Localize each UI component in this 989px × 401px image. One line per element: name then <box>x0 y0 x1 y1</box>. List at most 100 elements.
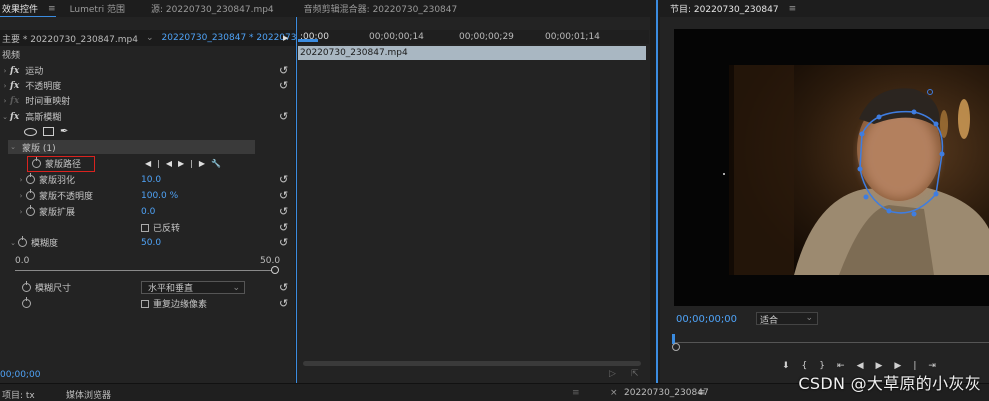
expand-chevron-icon[interactable]: › <box>16 176 26 184</box>
stopwatch-icon[interactable] <box>26 189 35 200</box>
wrench-icon[interactable]: 🔧 <box>211 159 227 168</box>
stopwatch-icon[interactable] <box>22 281 31 292</box>
current-time-display[interactable]: 00;00;00 <box>0 370 40 380</box>
chevron-down-icon: ⌄ <box>805 313 813 323</box>
playhead-marker[interactable] <box>298 39 318 42</box>
reset-icon[interactable]: ↺ <box>279 205 288 218</box>
tab-effect-controls[interactable]: 效果控件 <box>2 2 38 15</box>
fx-icon[interactable]: fx <box>10 81 19 91</box>
tab-sequence[interactable]: 20220730_230847 <box>624 388 709 398</box>
program-tab-bar: 节目: 20220730_230847 ≡ <box>670 0 806 17</box>
stopwatch-icon[interactable] <box>26 173 35 184</box>
chevron-down-icon[interactable]: ⌄ <box>146 33 154 43</box>
track-backward-icon[interactable]: ◀ <box>166 159 178 168</box>
mask-header-row[interactable]: ⌄ 蒙版 (1) <box>8 140 255 154</box>
filter-icon[interactable]: ▷ <box>609 369 616 379</box>
expand-chevron-icon[interactable]: › <box>0 67 10 75</box>
effect-row-time-remap[interactable]: › fx 时间重映射 <box>0 93 295 108</box>
mask-path-row: 蒙版路径 ◀|◀▶|▶🔧 <box>0 156 295 172</box>
fx-icon[interactable]: fx <box>10 112 19 122</box>
program-menu-icon[interactable]: ≡ <box>789 4 797 14</box>
reset-icon[interactable]: ↺ <box>279 173 288 186</box>
effect-label-opacity: 不透明度 <box>25 82 62 92</box>
expand-chevron-icon[interactable]: › <box>0 82 10 90</box>
slider-labels-row: 0.0 50.0 <box>0 255 295 267</box>
effect-label-time-remap: 时间重映射 <box>25 97 71 107</box>
mask-opacity-value[interactable]: 100.0 % <box>141 191 178 201</box>
program-monitor-panel: 00;00;00;00 适合 ⌄ ⬇{}⇤◀▶▶|⇥ <box>660 17 989 383</box>
blurriness-value[interactable]: 50.0 <box>141 238 161 248</box>
effect-timeline-area: :00;00 00;00;00;14 00;00;00;29 00;00;01;… <box>296 17 650 383</box>
repeat-edge-checkbox-wrap[interactable]: 重复边缘像素 <box>141 297 207 310</box>
blurriness-label: 模糊度 <box>31 239 59 249</box>
reset-icon[interactable]: ↺ <box>279 281 288 294</box>
tab-source[interactable]: 源: 20220730_230847.mp4 <box>151 2 274 15</box>
tab-project[interactable]: 项目: tx <box>2 388 35 401</box>
program-scrub-bar[interactable] <box>674 342 989 343</box>
clip-bar[interactable]: 20220730_230847.mp4 <box>298 46 646 60</box>
mask-expand-value[interactable]: 0.0 <box>141 207 155 217</box>
track-forward-icon[interactable]: ▶ <box>178 159 190 168</box>
collapse-chevron-icon[interactable]: ⌄ <box>0 113 10 121</box>
mask-feather-row: › 蒙版羽化 10.0 ↺ <box>0 172 295 187</box>
play-only-icon[interactable]: ▶ <box>283 34 288 42</box>
track-forward-frames-icon[interactable]: |▶ <box>190 159 211 168</box>
reset-icon[interactable]: ↺ <box>279 64 288 77</box>
blurriness-slider-track[interactable] <box>15 270 275 271</box>
reset-icon[interactable]: ↺ <box>279 110 288 123</box>
reset-icon[interactable]: ↺ <box>279 189 288 202</box>
master-clip-label[interactable]: 主要 * 20220730_230847.mp4 <box>2 32 138 45</box>
timeline-scrollbar[interactable] <box>303 361 641 366</box>
tab-program[interactable]: 节目: 20220730_230847 <box>670 2 779 15</box>
expand-chevron-icon[interactable]: › <box>0 97 10 105</box>
collapse-chevron-icon[interactable]: ⌄ <box>8 143 18 151</box>
inverted-checkbox-wrap[interactable]: 已反转 <box>141 221 180 234</box>
video-preview <box>723 65 989 275</box>
effect-row-opacity[interactable]: › fx 不透明度 ↺ <box>0 78 295 93</box>
stopwatch-icon[interactable] <box>26 205 35 216</box>
pen-mask-icon[interactable]: ✒ <box>60 126 68 137</box>
program-video-frame[interactable] <box>674 29 989 306</box>
reset-icon[interactable]: ↺ <box>279 79 288 92</box>
tab-audio-mixer[interactable]: 音频剪辑混合器: 20220730_230847 <box>304 2 458 15</box>
collapse-chevron-icon[interactable]: ⌄ <box>8 239 18 247</box>
ellipse-mask-icon[interactable] <box>24 127 37 136</box>
effect-row-gaussian-blur[interactable]: ⌄ fx 高斯模糊 ↺ <box>0 109 295 124</box>
ruler-tick-2: 00;00;00;29 <box>459 32 514 42</box>
track-backward-frames-icon[interactable]: ◀| <box>145 159 166 168</box>
tab-menu-icon[interactable]: ≡ <box>48 4 56 14</box>
close-icon[interactable]: × <box>610 388 618 398</box>
inverted-row: 已反转 ↺ <box>0 220 295 235</box>
blur-dimensions-row: 模糊尺寸 水平和垂直 ⌄ ↺ <box>0 280 295 295</box>
ruler-tick-3: 00;00;01;14 <box>545 32 600 42</box>
inverted-checkbox[interactable] <box>141 223 149 232</box>
reset-icon[interactable]: ↺ <box>279 297 288 310</box>
mask-opacity-row: › 蒙版不透明度 100.0 % ↺ <box>0 188 295 203</box>
stopwatch-icon[interactable] <box>22 297 31 308</box>
stopwatch-icon[interactable] <box>18 236 27 247</box>
export-icon[interactable]: ⇱ <box>631 369 639 379</box>
program-timecode[interactable]: 00;00;00;00 <box>676 314 737 325</box>
top-tab-bar: 效果控件 ≡ Lumetri 范围 源: 20220730_230847.mp4… <box>2 0 657 17</box>
bottom-menu-icon[interactable]: ≡ <box>572 388 580 398</box>
expand-chevron-icon[interactable]: › <box>16 208 26 216</box>
inverted-label: 已反转 <box>153 224 181 234</box>
blurriness-slider-handle[interactable] <box>271 266 279 274</box>
tab-media-browser[interactable]: 媒体浏览器 <box>66 388 111 401</box>
effect-row-motion[interactable]: › fx 运动 ↺ <box>0 63 295 78</box>
time-ruler[interactable]: :00;00 00;00;00;14 00;00;00;29 00;00;01;… <box>297 30 649 44</box>
fx-icon[interactable]: fx <box>10 66 19 76</box>
program-zoom-handle[interactable] <box>672 343 680 351</box>
sequence-menu-icon[interactable]: ≡ <box>698 388 706 398</box>
fit-select[interactable]: 适合 ⌄ <box>756 312 818 326</box>
repeat-edge-checkbox[interactable] <box>141 299 149 308</box>
blur-dimensions-select[interactable]: 水平和垂直 ⌄ <box>141 281 245 294</box>
tab-lumetri[interactable]: Lumetri 范围 <box>70 2 125 15</box>
rectangle-mask-icon[interactable] <box>43 127 54 136</box>
reset-icon[interactable]: ↺ <box>279 221 288 234</box>
blur-dimensions-label: 模糊尺寸 <box>35 284 72 294</box>
stopwatch-icon[interactable] <box>32 157 41 168</box>
mask-feather-value[interactable]: 10.0 <box>141 175 161 185</box>
reset-icon[interactable]: ↺ <box>279 236 288 249</box>
expand-chevron-icon[interactable]: › <box>16 192 26 200</box>
